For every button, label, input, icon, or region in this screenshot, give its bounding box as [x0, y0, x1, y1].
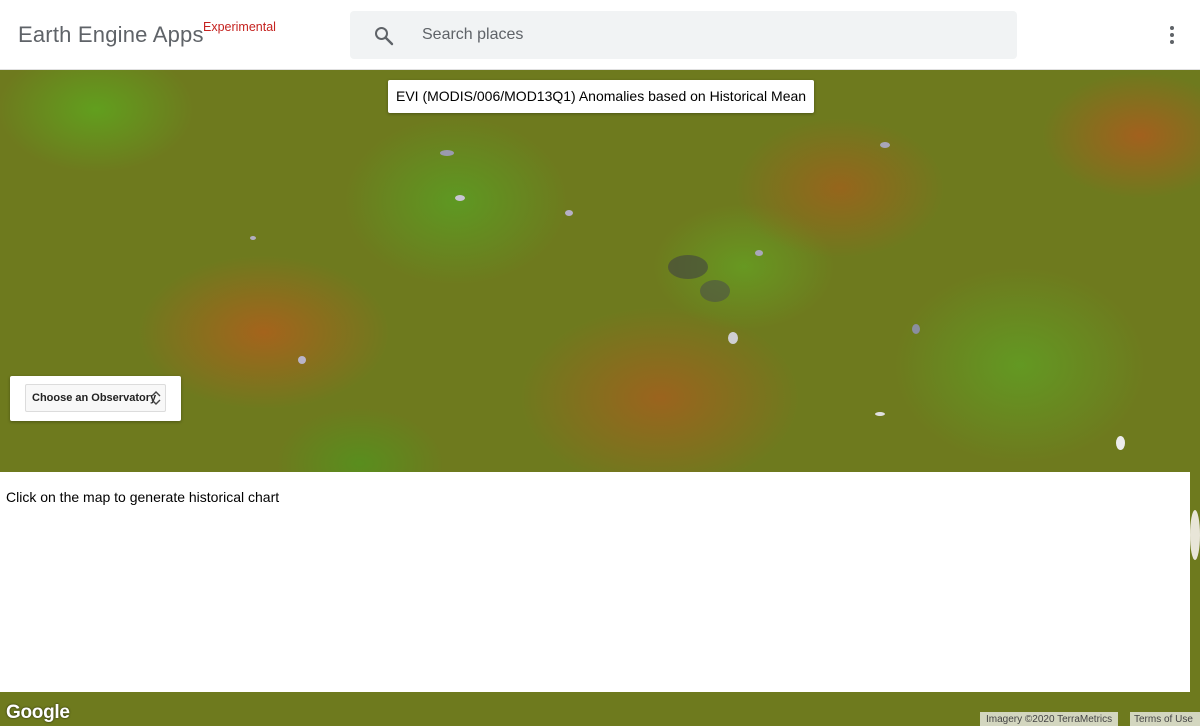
- observatory-select-value: Choose an Observatory: [32, 392, 157, 404]
- map-speck: [455, 195, 465, 201]
- map-speck: [912, 324, 920, 334]
- map-speck: [1116, 436, 1125, 450]
- map-speck: [565, 210, 573, 216]
- imagery-attribution: Imagery ©2020 TerraMetrics: [980, 712, 1119, 726]
- map-title-label: EVI (MODIS/006/MOD13Q1) Anomalies based …: [388, 80, 815, 113]
- chart-prompt-text: Click on the map to generate historical …: [6, 489, 280, 505]
- google-logo: Google: [6, 702, 70, 723]
- observatory-select[interactable]: Choose an Observatory: [25, 384, 166, 412]
- experimental-badge: Experimental: [203, 20, 276, 34]
- search-input[interactable]: [410, 11, 1000, 59]
- map-speck: [700, 280, 730, 302]
- map-speck: [880, 142, 890, 148]
- map-speck: [755, 250, 763, 256]
- map-speck: [298, 356, 306, 364]
- more-vert-icon[interactable]: [1160, 23, 1184, 47]
- map-speck: [440, 150, 454, 156]
- map-speck: [1190, 510, 1200, 560]
- observatory-panel: Choose an Observatory: [10, 376, 181, 421]
- search-icon[interactable]: [372, 24, 396, 48]
- map-speck: [875, 412, 885, 416]
- chart-panel: Click on the map to generate historical …: [0, 472, 1190, 692]
- search-bar[interactable]: [350, 11, 1017, 59]
- map-speck: [728, 332, 738, 344]
- app-header: Earth Engine Apps Experimental: [0, 0, 1200, 70]
- map-speck: [668, 255, 708, 279]
- sort-arrows-icon: [151, 391, 161, 405]
- map-speck: [250, 236, 256, 240]
- terms-of-use-link[interactable]: Terms of Use: [1130, 712, 1200, 726]
- app-title: Earth Engine Apps: [18, 22, 204, 47]
